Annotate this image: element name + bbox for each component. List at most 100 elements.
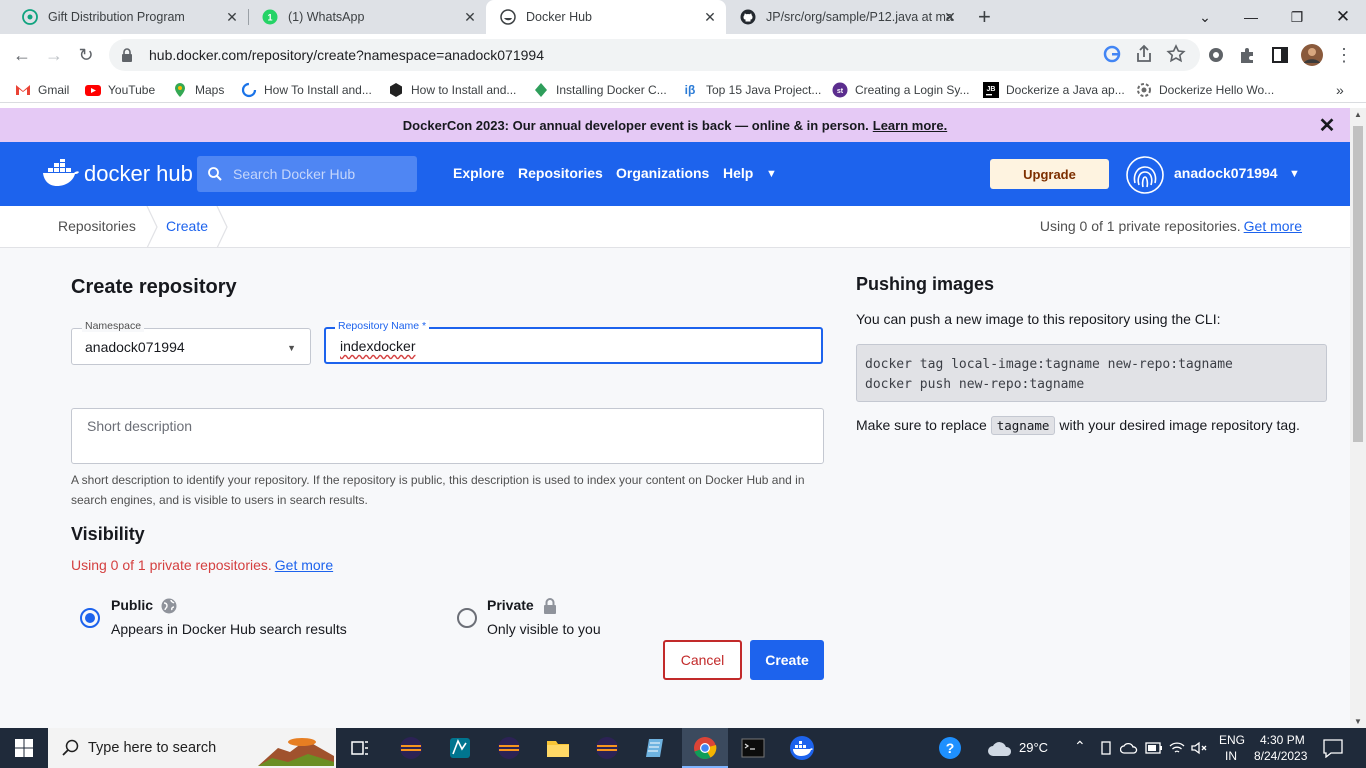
close-tab-icon[interactable]: ✕ <box>702 9 718 25</box>
region-code[interactable]: IN <box>1225 749 1237 763</box>
clock-date[interactable]: 8/24/2023 <box>1254 749 1307 763</box>
wifi-icon[interactable] <box>1168 740 1186 756</box>
reload-button[interactable]: ↻ <box>72 41 100 69</box>
battery-saver-icon[interactable] <box>1098 740 1114 756</box>
puzzle-icon[interactable] <box>1236 43 1260 67</box>
bookmark-maps[interactable]: Maps <box>172 81 224 99</box>
eclipse-icon-2[interactable] <box>493 732 525 764</box>
mysql-workbench-icon[interactable] <box>444 732 476 764</box>
search-icon <box>208 167 222 181</box>
close-icon: ✕ <box>1318 114 1336 137</box>
chevron-up-icon[interactable]: ⌃ <box>1074 738 1086 755</box>
notepad-icon[interactable] <box>640 732 672 764</box>
bookmark-top-15-java[interactable]: iβ Top 15 Java Project... <box>681 81 822 99</box>
side-panel-icon[interactable] <box>1268 43 1292 67</box>
bookmark-gmail[interactable]: Gmail <box>15 81 69 99</box>
public-radio[interactable] <box>80 608 100 628</box>
weather-temp[interactable]: 29°C <box>1019 740 1048 755</box>
taskbar-search-box[interactable]: Type here to search <box>48 728 336 768</box>
notification-icon[interactable] <box>1322 738 1344 758</box>
private-radio[interactable] <box>457 608 477 628</box>
bookmark-star-icon[interactable] <box>1164 42 1188 66</box>
bookmark-label: How To Install and... <box>264 83 372 97</box>
menu-icon[interactable]: ⋮ <box>1332 43 1356 67</box>
close-tab-icon[interactable]: ✕ <box>462 9 478 25</box>
nav-explore[interactable]: Explore <box>453 165 504 181</box>
more-bookmarks-button[interactable]: » <box>1336 81 1344 99</box>
nav-repositories[interactable]: Repositories <box>518 165 603 181</box>
tab-whatsapp[interactable]: 1 (1) WhatsApp ✕ <box>248 0 486 34</box>
arrow-right-icon: → <box>45 44 63 65</box>
bookmark-how-to-install-1[interactable]: How To Install and... <box>241 81 372 99</box>
new-tab-button[interactable]: + <box>972 0 1002 34</box>
namespace-select[interactable]: anadock071994 ▼ <box>71 328 311 365</box>
breadcrumb-separator-icon <box>216 206 228 248</box>
share-icon[interactable] <box>1132 42 1156 66</box>
clock-time[interactable]: 4:30 PM <box>1260 733 1305 747</box>
eclipse-icon-3[interactable] <box>591 732 623 764</box>
close-banner-button[interactable]: ✕ <box>1316 114 1338 137</box>
cancel-button[interactable]: Cancel <box>663 640 742 680</box>
hub-search-box[interactable] <box>197 156 417 192</box>
close-tab-icon[interactable]: ✕ <box>942 9 958 25</box>
scroll-up-icon[interactable]: ▲ <box>1354 110 1362 119</box>
close-window-button[interactable]: ✕ <box>1320 0 1366 34</box>
banner-learn-more-link[interactable]: Learn more. <box>873 118 947 133</box>
restore-button[interactable]: ❐ <box>1274 0 1320 34</box>
nav-organizations[interactable]: Organizations <box>616 165 709 181</box>
bookmark-youtube[interactable]: YouTube <box>85 81 155 99</box>
file-explorer-icon[interactable] <box>542 732 574 764</box>
bookmark-how-to-install-2[interactable]: How to Install and... <box>388 81 516 99</box>
username[interactable]: anadock071994 <box>1174 165 1278 181</box>
bookmark-label: Top 15 Java Project... <box>706 83 822 97</box>
forward-button[interactable]: → <box>40 41 68 69</box>
minimize-button[interactable]: — <box>1228 0 1274 34</box>
extension-icon[interactable] <box>1204 43 1228 67</box>
tab-gift-distribution[interactable]: Gift Distribution Program ✕ <box>8 0 248 34</box>
tab-title: Docker Hub <box>526 10 592 24</box>
language-code[interactable]: ENG <box>1219 733 1245 747</box>
bookmark-installing-docker[interactable]: Installing Docker C... <box>533 81 667 99</box>
task-view-icon[interactable] <box>344 732 376 764</box>
terminal-icon[interactable] <box>737 732 769 764</box>
bookmark-label: YouTube <box>108 83 156 97</box>
bookmark-dockerize-hello[interactable]: Dockerize Hello Wo... <box>1136 81 1274 99</box>
repository-name-field[interactable]: indexdocker <box>324 327 823 364</box>
windows-start-icon[interactable] <box>15 739 33 757</box>
hub-search-input[interactable] <box>233 166 413 182</box>
create-button[interactable]: Create <box>750 640 824 680</box>
bookmark-creating-login[interactable]: st Creating a Login Sy... <box>832 81 970 99</box>
volume-muted-icon[interactable] <box>1190 740 1208 756</box>
scrollbar-thumb[interactable] <box>1353 126 1363 442</box>
tab-docker-hub[interactable]: Docker Hub ✕ <box>486 0 726 34</box>
fingerprint-avatar-icon[interactable] <box>1125 155 1165 195</box>
search-highlight-icon <box>258 738 334 766</box>
close-tab-icon[interactable]: ✕ <box>224 9 240 25</box>
tab-github[interactable]: JP/src/org/sample/P12.java at ma ✕ <box>726 0 966 34</box>
help-icon[interactable]: ? <box>938 736 962 760</box>
battery-icon[interactable] <box>1145 741 1163 755</box>
visibility-get-more-link[interactable]: Get more <box>275 557 333 573</box>
nav-help[interactable]: Help <box>723 165 753 181</box>
docker-hub-logo[interactable]: docker hub <box>42 156 193 192</box>
short-description-field[interactable]: Short description <box>71 408 824 464</box>
get-more-link[interactable]: Get more <box>1244 218 1302 234</box>
breadcrumb-create[interactable]: Create <box>166 218 208 234</box>
avatar[interactable] <box>1300 43 1324 67</box>
onedrive-icon[interactable] <box>1120 740 1140 756</box>
eclipse-icon[interactable] <box>395 732 427 764</box>
account-caret-icon[interactable]: ▼ <box>1289 168 1300 180</box>
tab-search-button[interactable]: ⌄ <box>1182 0 1228 34</box>
google-icon[interactable] <box>1100 42 1124 66</box>
breadcrumb-repositories[interactable]: Repositories <box>58 218 136 234</box>
docker-desktop-icon[interactable] <box>786 732 818 764</box>
back-button[interactable]: ← <box>8 41 36 69</box>
page-title: Create repository <box>71 276 237 298</box>
bookmark-dockerize-java[interactable]: JB Dockerize a Java ap... <box>983 81 1125 99</box>
page-scrollbar[interactable]: ▲ ▼ <box>1350 108 1366 728</box>
scroll-down-icon[interactable]: ▼ <box>1354 717 1362 726</box>
address-bar[interactable]: hub.docker.com/repository/create?namespa… <box>109 39 1200 71</box>
upgrade-button[interactable]: Upgrade <box>990 159 1109 189</box>
help-caret-icon[interactable]: ▼ <box>766 168 777 180</box>
chrome-taskbar-button[interactable] <box>682 728 728 768</box>
